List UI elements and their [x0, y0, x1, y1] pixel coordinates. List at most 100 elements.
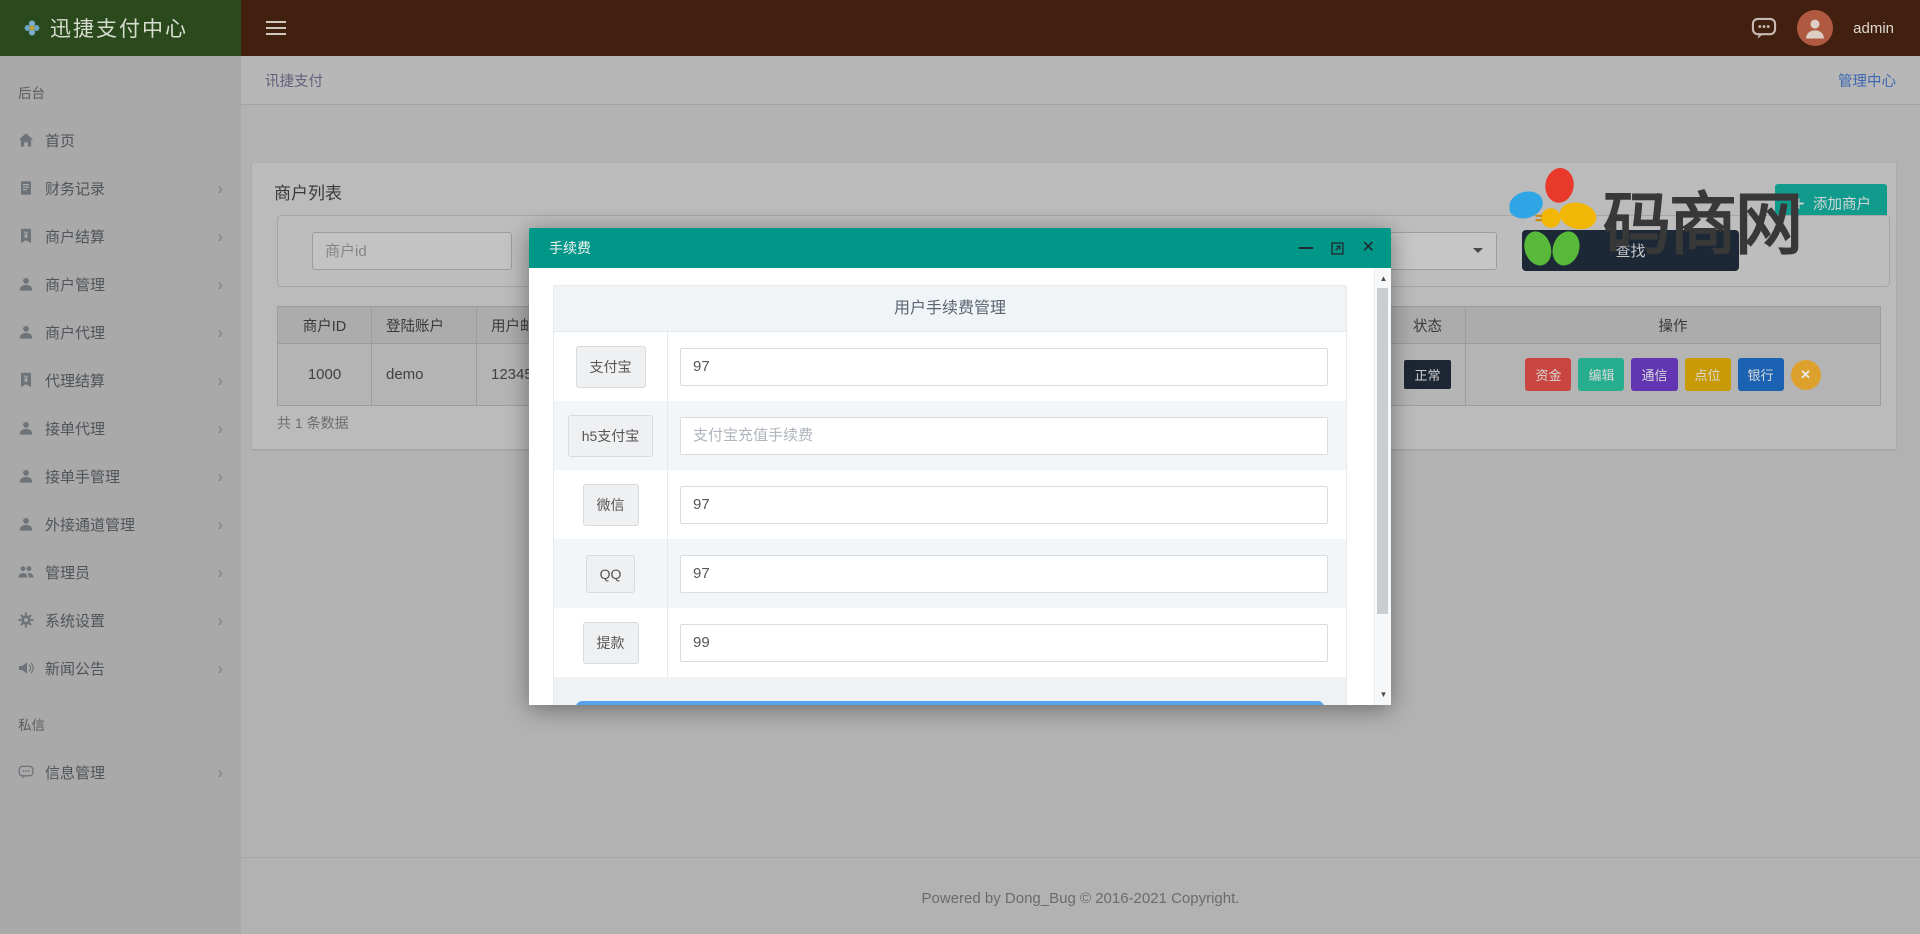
qq-label-button[interactable]: QQ [586, 555, 636, 593]
scroll-down-icon[interactable]: ▼ [1375, 686, 1391, 703]
fee-row-wechat: 微信 [554, 470, 1346, 539]
page-title: 商户列表 [274, 179, 342, 204]
fee-form: 用户手续费管理 支付宝 h5支付宝 微信 QQ 提款 [553, 285, 1347, 705]
modal-scrollbar[interactable]: ▲ ▼ [1374, 268, 1391, 705]
chat-icon [18, 764, 34, 780]
home-icon [18, 132, 34, 148]
hamburger-menu-icon[interactable] [266, 17, 286, 39]
submit-button[interactable] [576, 701, 1324, 705]
sidebar-item-merchant-management[interactable]: 商户管理› [0, 260, 241, 308]
alipay-label-button[interactable]: 支付宝 [576, 346, 646, 388]
account-cell: demo [372, 344, 477, 406]
alipay-fee-input[interactable] [680, 348, 1328, 386]
navbar-right-section: admin [241, 0, 1920, 56]
maximize-icon[interactable] [1330, 241, 1345, 256]
plus-icon [1791, 196, 1806, 211]
chevron-right-icon: › [217, 764, 223, 781]
user-icon [18, 324, 34, 340]
sidebar-item-merchant-agent[interactable]: 商户代理› [0, 308, 241, 356]
fee-form-footer [554, 677, 1346, 705]
sidebar-item-finance-records[interactable]: 财务记录› [0, 164, 241, 212]
fee-form-title: 用户手续费管理 [554, 286, 1346, 332]
document-icon [18, 180, 34, 196]
manage-center-link[interactable]: 管理中心 [1838, 70, 1896, 91]
fee-row-withdraw: 提款 [554, 608, 1346, 677]
top-navbar: 迅捷支付中心 admin [0, 0, 1920, 56]
actions-cell: 资金 编辑 通信 点位 银行 ✕ [1466, 344, 1881, 406]
breadcrumb-bar: 讯捷支付 管理中心 [241, 56, 1920, 105]
scroll-up-icon[interactable]: ▲ [1375, 270, 1391, 287]
chevron-right-icon: › [217, 420, 223, 437]
fee-modal: 手续费 ✕ 用户手续费管理 支付宝 h5支付宝 微信 QQ [529, 228, 1391, 705]
withdraw-fee-input[interactable] [680, 624, 1328, 662]
h5-alipay-label-button[interactable]: h5支付宝 [568, 415, 654, 457]
brand[interactable]: 迅捷支付中心 [0, 0, 241, 56]
edit-button[interactable]: 编辑 [1578, 358, 1624, 391]
sidebar-item-news-announcements[interactable]: 新闻公告› [0, 644, 241, 692]
modal-title: 手续费 [529, 228, 1391, 268]
withdraw-label-button[interactable]: 提款 [583, 622, 639, 664]
sidebar-item-administrators[interactable]: 管理员› [0, 548, 241, 596]
sidebar-item-message-management[interactable]: 信息管理› [0, 748, 241, 796]
gear-icon [18, 612, 34, 628]
sidebar-item-home[interactable]: 首页 [0, 116, 241, 164]
close-icon[interactable]: ✕ [1362, 240, 1375, 256]
user-icon [18, 420, 34, 436]
brand-pinwheel-icon [24, 20, 40, 36]
chevron-right-icon: › [217, 564, 223, 581]
user-icon [18, 276, 34, 292]
sidebar-item-system-settings[interactable]: 系统设置› [0, 596, 241, 644]
sidebar-item-order-taker-management[interactable]: 接单手管理› [0, 452, 241, 500]
horn-icon [18, 660, 34, 676]
person-icon [1803, 16, 1827, 40]
points-button[interactable]: 点位 [1685, 358, 1731, 391]
brand-title: 迅捷支付中心 [50, 13, 188, 43]
sidebar-item-agent-settlement[interactable]: 代理结算› [0, 356, 241, 404]
footer: Powered by Dong_Bug © 2016-2021 Copyrigh… [241, 857, 1920, 907]
user-icon [18, 468, 34, 484]
breadcrumb[interactable]: 讯捷支付 [265, 70, 323, 91]
merchant-id-cell: 1000 [278, 344, 372, 406]
chevron-right-icon: › [217, 180, 223, 197]
delete-button[interactable]: ✕ [1791, 360, 1821, 390]
modal-header[interactable]: 手续费 ✕ [529, 228, 1391, 268]
minimize-icon[interactable] [1299, 247, 1313, 249]
search-button[interactable]: 查找 [1522, 230, 1739, 271]
record-count: 共 1 条数据 [277, 413, 349, 433]
chevron-right-icon: › [217, 516, 223, 533]
sidebar-item-merchant-settlement[interactable]: 商户结算› [0, 212, 241, 260]
status-cell: 正常 [1390, 344, 1466, 406]
merchant-id-search-input[interactable] [312, 232, 512, 270]
chevron-right-icon: › [217, 660, 223, 677]
fee-row-alipay: 支付宝 [554, 332, 1346, 401]
chevron-right-icon: › [217, 324, 223, 341]
status-badge: 正常 [1404, 360, 1450, 389]
avatar[interactable] [1797, 10, 1833, 46]
bank-button[interactable]: 银行 [1738, 358, 1784, 391]
chevron-right-icon: › [217, 612, 223, 629]
sidebar-section-admin: 后台 [0, 70, 241, 116]
sidebar-item-external-channel-management[interactable]: 外接通道管理› [0, 500, 241, 548]
sidebar-item-order-agent[interactable]: 接单代理› [0, 404, 241, 452]
h5-alipay-fee-input[interactable] [680, 417, 1328, 455]
funds-button[interactable]: 资金 [1525, 358, 1571, 391]
wechat-fee-input[interactable] [680, 486, 1328, 524]
fee-row-qq: QQ [554, 539, 1346, 608]
chevron-right-icon: › [217, 372, 223, 389]
scrollbar-thumb[interactable] [1377, 288, 1388, 614]
modal-body: 用户手续费管理 支付宝 h5支付宝 微信 QQ 提款 [529, 268, 1391, 705]
communication-button[interactable]: 通信 [1631, 358, 1677, 391]
sidebar-section-private-message: 私信 [0, 702, 241, 748]
sidebar: 后台 首页 财务记录› 商户结算› 商户管理› 商户代理› 代理结算› 接单代理… [0, 56, 241, 934]
fee-row-h5-alipay: h5支付宝 [554, 401, 1346, 470]
yen-ticket-icon [18, 372, 34, 388]
username[interactable]: admin [1853, 20, 1894, 37]
chevron-right-icon: › [217, 276, 223, 293]
chevron-right-icon: › [217, 228, 223, 245]
chevron-right-icon: › [217, 468, 223, 485]
messages-icon[interactable] [1751, 15, 1777, 41]
user-icon [18, 516, 34, 532]
wechat-label-button[interactable]: 微信 [583, 484, 639, 526]
users-icon [18, 564, 34, 580]
qq-fee-input[interactable] [680, 555, 1328, 593]
